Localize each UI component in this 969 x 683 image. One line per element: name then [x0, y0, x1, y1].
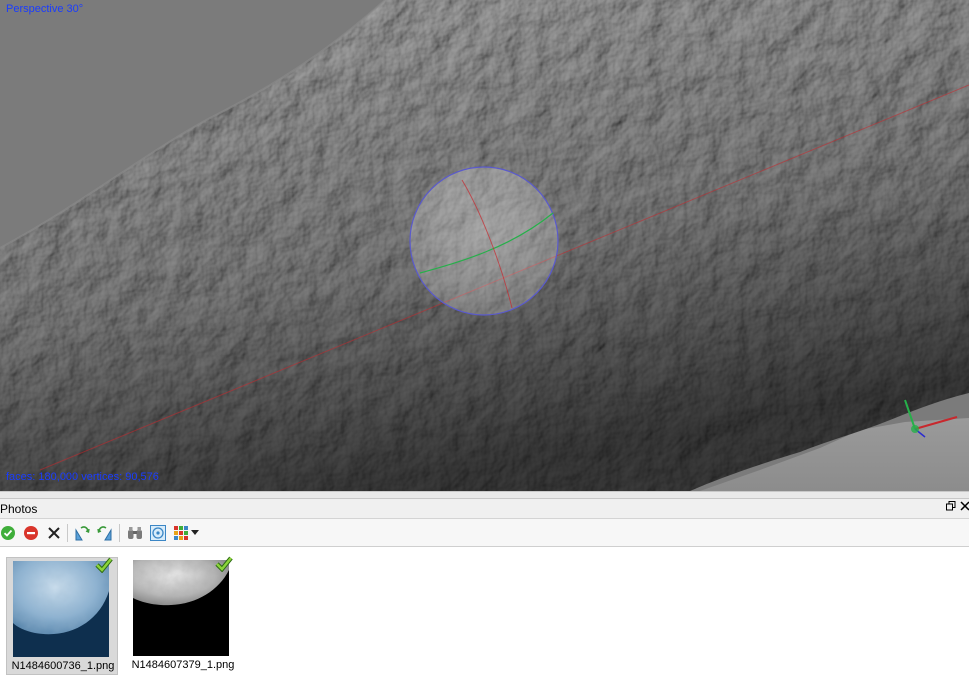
- trackball-gizmo[interactable]: [409, 166, 559, 316]
- photos-panel-header: Photos: [0, 499, 969, 519]
- rotate-left-button[interactable]: [95, 523, 115, 543]
- rotate-right-icon: [75, 526, 90, 541]
- view-mode-button[interactable]: [171, 523, 191, 543]
- photo-thumbnail[interactable]: N1484607379_1.png: [127, 556, 239, 675]
- aligned-check-icon: [215, 556, 233, 572]
- model-viewport[interactable]: Perspective 30° faces: 180,000 vertices:…: [0, 0, 969, 491]
- panel-splitter[interactable]: [0, 491, 969, 499]
- red-minus-circle-icon: [24, 526, 38, 540]
- remove-x-icon: [48, 527, 60, 539]
- green-check-circle-icon: [1, 526, 15, 540]
- photo-filename: N1484600736_1.png: [11, 660, 115, 672]
- binoculars-icon: [128, 527, 142, 539]
- terrain-model: [0, 0, 969, 491]
- view-mode-dropdown[interactable]: [189, 523, 201, 543]
- photos-toolbar: [0, 519, 969, 547]
- photo-thumbnail[interactable]: N1484600736_1.png: [6, 557, 118, 675]
- disable-cameras-button[interactable]: [21, 523, 41, 543]
- rotate-left-icon: [97, 526, 112, 541]
- remove-cameras-button[interactable]: [44, 523, 64, 543]
- aligned-check-icon: [95, 557, 113, 573]
- close-icon[interactable]: [959, 501, 969, 515]
- model-stats: faces: 180,000 vertices: 90,576: [6, 471, 159, 483]
- photos-list: N1484600736_1.png N1484607379_1.png: [0, 547, 969, 683]
- grid-icon: [174, 526, 188, 540]
- toolbar-separator: [119, 524, 120, 542]
- rotate-right-button[interactable]: [72, 523, 92, 543]
- photo-filename: N1484607379_1.png: [131, 659, 235, 671]
- chevron-down-icon: [191, 530, 199, 535]
- calibration-icon: [150, 525, 166, 541]
- camera-calibration-button[interactable]: [148, 523, 168, 543]
- enable-cameras-button[interactable]: [0, 523, 18, 543]
- photo-image: [133, 560, 229, 656]
- photo-image: [13, 561, 109, 657]
- projection-label: Perspective 30°: [6, 3, 84, 15]
- toolbar-separator: [67, 524, 68, 542]
- restore-icon[interactable]: [945, 501, 957, 515]
- reset-view-button[interactable]: [125, 523, 145, 543]
- photos-panel-title: Photos: [0, 502, 38, 516]
